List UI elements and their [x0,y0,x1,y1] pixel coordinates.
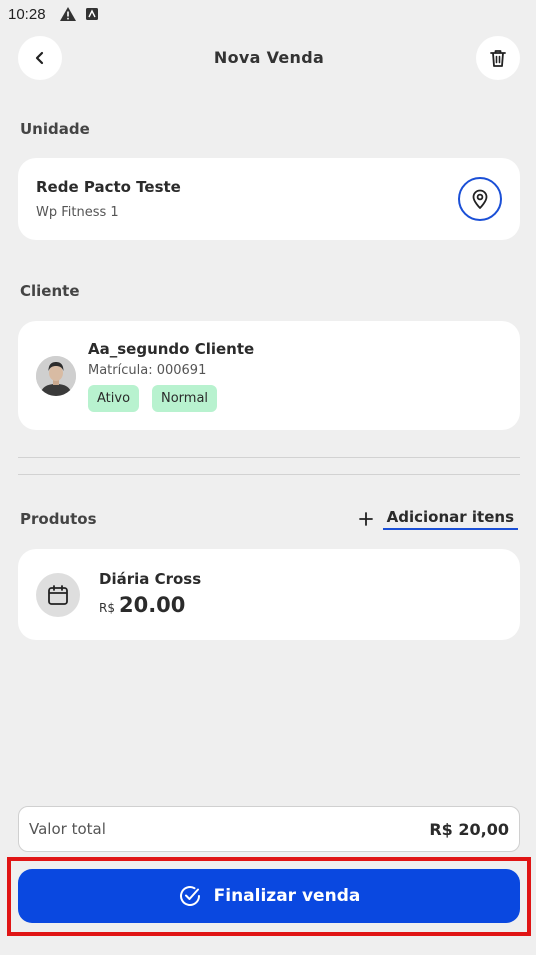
divider [18,474,520,475]
unit-subtitle: Wp Fitness 1 [36,205,119,220]
delete-button[interactable] [476,36,520,80]
client-name: Aa_segundo Cliente [88,340,255,358]
finish-sale-label: Finalizar venda [213,886,361,906]
app-notification-icon [85,8,98,20]
check-circle-icon [179,886,200,906]
location-button[interactable] [458,177,502,221]
product-card[interactable]: Diária Cross R$ 20.00 [18,549,520,640]
unit-card[interactable]: Rede Pacto Teste Wp Fitness 1 [18,158,520,240]
total-value: R$ 20,00 [429,819,509,839]
produtos-section-label: Produtos [20,510,97,528]
client-card[interactable]: Aa_segundo Cliente Matrícula: 000691 Ati… [18,321,520,430]
status-time: 10:28 [8,5,46,23]
back-button[interactable] [18,36,62,80]
add-items-label: Adicionar itens [382,508,518,530]
avatar [36,356,76,396]
total-box: Valor total R$ 20,00 [18,806,520,852]
location-pin-icon [472,189,488,209]
unit-name: Rede Pacto Teste [36,178,181,196]
total-label: Valor total [29,820,106,838]
unidade-section-label: Unidade [20,120,90,138]
chevron-left-icon [35,51,44,65]
client-matricula: Matrícula: 000691 [88,363,207,378]
product-currency: R$ [99,601,115,615]
product-icon [36,573,80,617]
cliente-section-label: Cliente [20,282,80,300]
page-title: Nova Venda [213,48,325,67]
trash-icon [490,50,506,67]
calendar-icon [48,585,68,605]
status-badge-ativo: Ativo [88,385,140,412]
warning-icon [59,7,76,21]
person-avatar-icon [36,356,76,396]
finish-sale-button[interactable]: Finalizar venda [18,869,520,923]
status-icons [59,7,98,21]
plus-icon [358,512,373,526]
header: Nova Venda [18,36,520,80]
product-price: R$ 20.00 [99,593,185,617]
status-bar: 10:28 [0,0,536,28]
product-name: Diária Cross [99,570,202,588]
divider [18,457,520,458]
status-badge-normal: Normal [152,385,218,412]
add-items-button[interactable]: Adicionar itens [358,506,518,532]
product-value: 20.00 [118,593,186,617]
